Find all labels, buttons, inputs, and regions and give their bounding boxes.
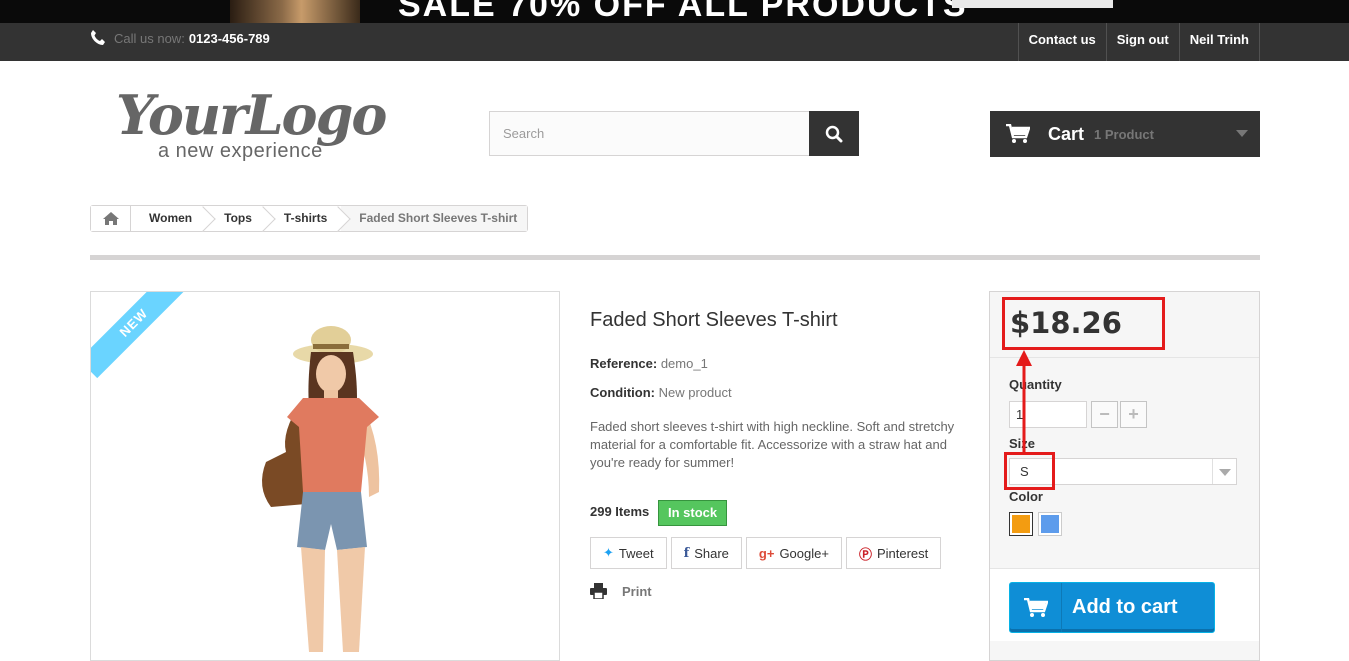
pinterest-label: Pinterest (876, 545, 929, 561)
add-to-cart-label: Add to cart (1072, 596, 1178, 618)
chevron-down-icon (1212, 459, 1236, 484)
breadcrumb-tshirts[interactable]: T-shirts (265, 206, 342, 231)
site-logo[interactable]: YourLogo a new experience (116, 85, 406, 165)
breadcrumb-women-label: Women (149, 211, 193, 225)
print-link[interactable]: Print (590, 583, 652, 599)
orange-color-fill (1012, 515, 1030, 533)
chevron-down-icon (1236, 130, 1248, 137)
phone-number: 0123-456-789 (188, 30, 270, 46)
twitter-icon: ✦ (603, 545, 614, 560)
price-highlight-box (1002, 297, 1165, 350)
cart-icon (1006, 124, 1030, 143)
google-plus-label: Google+ (779, 545, 829, 561)
add-to-cart-button[interactable]: Add to cart (1009, 582, 1215, 633)
top-nav-bar: Call us now: 0123-456-789 Contact us Sig… (0, 23, 1349, 61)
pinterest-button[interactable]: Ⓟ Pinterest (845, 537, 942, 569)
call-label: Call us now: (114, 30, 185, 46)
breadcrumb-tshirts-label: T-shirts (283, 211, 328, 225)
color-label: Color (1009, 489, 1043, 504)
breadcrumb-women[interactable]: Women (131, 206, 207, 231)
phone-icon (91, 30, 105, 45)
reference-label: Reference: (590, 356, 658, 371)
search-input[interactable] (489, 111, 809, 156)
color-swatch-orange[interactable] (1009, 512, 1033, 536)
quantity-decrease-button[interactable]: − (1091, 401, 1118, 428)
banner-text: SALE 70% OFF ALL PRODUCTS (398, 0, 968, 23)
tweet-label: Tweet (618, 545, 654, 561)
search-button[interactable] (809, 111, 859, 156)
blue-color-fill (1041, 515, 1059, 533)
share-label: Share (694, 545, 729, 561)
facebook-share-button[interactable]: f Share (670, 537, 742, 569)
color-swatch-blue[interactable] (1038, 512, 1062, 536)
reference-value: demo_1 (660, 356, 708, 371)
search-bar (489, 111, 859, 156)
account-links: Contact us Sign out Neil Trinh (1017, 23, 1260, 61)
cart-count: 1 Product (1094, 126, 1154, 142)
breadcrumb: Women Tops T-shirts Faded Short Sleeves … (90, 205, 529, 232)
stock-quantity: 299 Items (590, 504, 650, 519)
tweet-button[interactable]: ✦ Tweet (590, 537, 667, 569)
stock-badge: In stock (658, 500, 728, 526)
banner-button[interactable] (952, 0, 1113, 8)
size-highlight-box (1004, 452, 1055, 490)
cart-label: Cart (1048, 123, 1085, 144)
annotation-arrow (1016, 350, 1032, 454)
product-reference: Reference: demo_1 (590, 356, 708, 371)
breadcrumb-home[interactable] (91, 206, 131, 231)
breadcrumb-current: Faded Short Sleeves T-shirt (341, 206, 528, 231)
account-name-link[interactable]: Neil Trinh (1178, 23, 1260, 61)
search-icon (825, 125, 843, 142)
print-label: Print (622, 583, 652, 599)
google-plus-button[interactable]: g+ Google+ (745, 537, 842, 569)
facebook-icon: f (683, 545, 690, 561)
printer-icon (590, 583, 607, 599)
condition-value: New product (658, 385, 732, 400)
product-title: Faded Short Sleeves T-shirt (590, 309, 838, 331)
contact-us-link[interactable]: Contact us (1017, 23, 1106, 61)
product-condition: Condition: New product (590, 385, 732, 400)
condition-label: Condition: (590, 385, 655, 400)
pinterest-icon: Ⓟ (858, 546, 872, 562)
phone-info: Call us now: 0123-456-789 (90, 29, 270, 47)
product-photo (262, 326, 380, 652)
logo-text: YourLogo (116, 83, 387, 147)
cart-button[interactable]: Cart 1 Product (990, 111, 1260, 157)
breadcrumb-tops-label: Tops (224, 211, 252, 225)
cart-icon (1010, 583, 1062, 632)
promo-banner[interactable]: SALE 70% OFF ALL PRODUCTS (0, 0, 1349, 23)
banner-photo (230, 0, 360, 23)
sign-out-link[interactable]: Sign out (1105, 23, 1179, 61)
logo-tagline: a new experience (158, 140, 323, 162)
social-share: ✦ Tweet f Share g+ Google+ Ⓟ Pinterest (590, 537, 942, 569)
home-icon (102, 212, 119, 225)
quantity-increase-button[interactable]: + (1120, 401, 1147, 428)
google-plus-icon: g+ (758, 545, 775, 561)
divider (90, 255, 1260, 260)
product-description: Faded short sleeves t-shirt with high ne… (590, 419, 955, 470)
product-image[interactable]: NEW (90, 291, 560, 661)
